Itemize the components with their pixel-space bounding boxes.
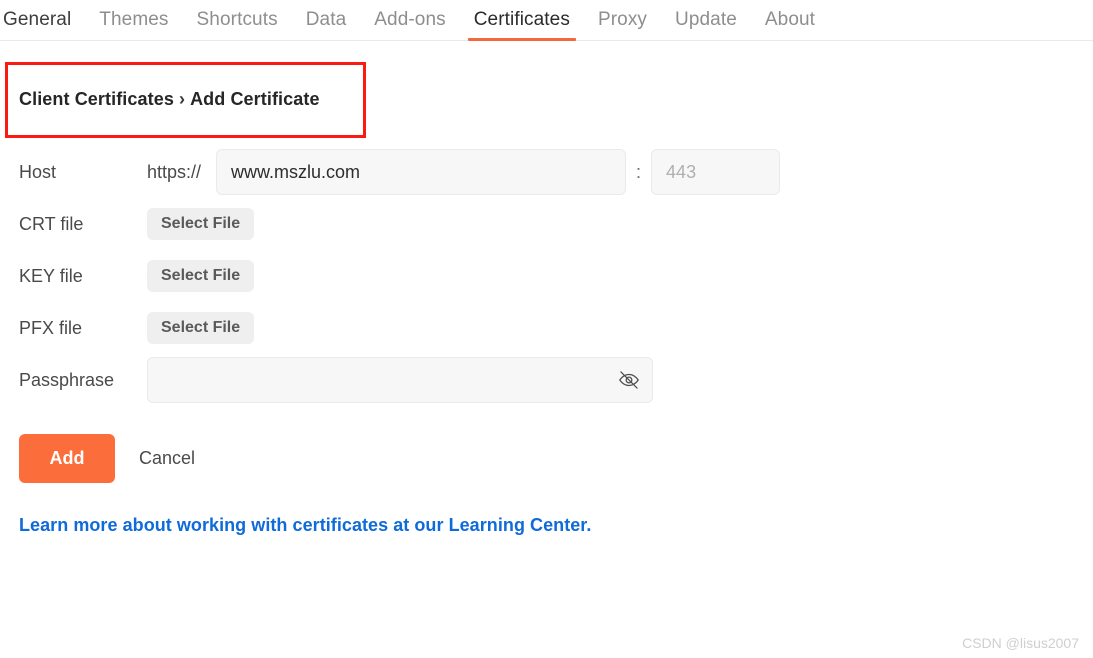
tab-certificates[interactable]: Certificates [460, 0, 584, 41]
cancel-button[interactable]: Cancel [139, 448, 195, 469]
tab-add-ons[interactable]: Add-ons [360, 0, 459, 40]
key-select-file-button[interactable]: Select File [147, 260, 255, 292]
tab-label: Add-ons [374, 9, 446, 30]
form-actions: Add Cancel [19, 434, 195, 483]
tab-themes[interactable]: Themes [85, 0, 182, 40]
tab-shortcuts[interactable]: Shortcuts [183, 0, 292, 40]
pfx-select-file-button[interactable]: Select File [147, 312, 255, 344]
watermark: CSDN @lisus2007 [962, 635, 1079, 651]
breadcrumb-parent-link[interactable]: Client Certificates [19, 89, 174, 109]
port-input-placeholder: 443 [666, 161, 697, 182]
key-file-label: KEY file [19, 265, 83, 286]
tab-general[interactable]: General [0, 0, 85, 40]
passphrase-label: Passphrase [19, 369, 115, 390]
crt-file-label: CRT file [19, 213, 84, 234]
passphrase-field-wrapper [147, 357, 653, 403]
tab-label: Update [675, 9, 737, 30]
host-input-value: www.mszlu.com [231, 161, 361, 182]
tab-proxy[interactable]: Proxy [584, 0, 661, 40]
tab-label: Certificates [473, 9, 570, 30]
tab-label: Shortcuts [196, 9, 278, 30]
add-certificate-form: Host https:// www.mszlu.com : 443 CRT fi… [0, 146, 1093, 406]
breadcrumb-separator-icon: › [178, 89, 186, 109]
add-button[interactable]: Add [19, 434, 115, 483]
tab-active-underline [467, 38, 576, 41]
crt-select-file-button[interactable]: Select File [147, 208, 255, 240]
host-row: Host https:// www.mszlu.com : 443 [0, 146, 1093, 198]
tab-about[interactable]: About [751, 0, 829, 40]
breadcrumb-current: Add Certificate [190, 89, 320, 109]
host-port-colon: : [636, 161, 642, 182]
breadcrumb: Client Certificates › Add Certificate [19, 89, 320, 110]
tab-data[interactable]: Data [292, 0, 361, 40]
key-file-row: KEY file Select File [0, 250, 1093, 302]
host-input[interactable]: www.mszlu.com [216, 149, 627, 195]
learn-more-link[interactable]: Learn more about working with certificat… [19, 515, 591, 536]
tab-label: General [3, 9, 72, 30]
tab-label: Proxy [597, 9, 648, 30]
eye-off-icon [619, 371, 639, 389]
tab-label: Themes [99, 9, 169, 30]
pfx-file-label: PFX file [19, 317, 83, 338]
passphrase-input[interactable] [147, 357, 653, 403]
pfx-file-row: PFX file Select File [0, 302, 1093, 354]
port-input[interactable]: 443 [651, 149, 781, 195]
settings-tab-bar: General Themes Shortcuts Data Add-ons Ce… [0, 0, 1093, 41]
tab-label: About [764, 9, 816, 30]
host-label: Host [19, 161, 57, 182]
tab-update[interactable]: Update [661, 0, 751, 40]
crt-file-row: CRT file Select File [0, 198, 1093, 250]
tab-label: Data [305, 9, 347, 30]
host-scheme-prefix: https:// [147, 161, 202, 182]
toggle-passphrase-visibility-button[interactable] [617, 368, 641, 392]
passphrase-row: Passphrase [0, 354, 1093, 406]
